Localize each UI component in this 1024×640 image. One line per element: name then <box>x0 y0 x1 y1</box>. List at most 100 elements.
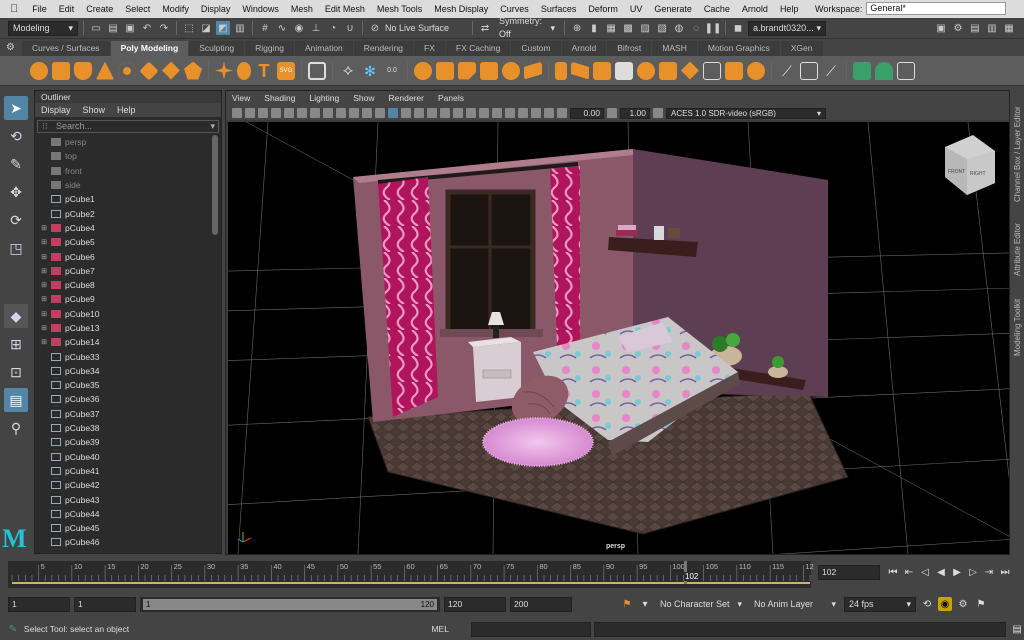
outliner-layout-icon[interactable]: ▤ <box>4 388 28 412</box>
live-surface-icon[interactable]: ⊘ <box>368 21 382 35</box>
pause-icon[interactable]: ❚❚ <box>705 21 722 35</box>
character-controls-toggle-icon[interactable]: ⚙ <box>951 21 965 35</box>
shelf-tab-custom[interactable]: Custom <box>511 41 561 56</box>
playback-settings-icon[interactable]: ⚙ <box>956 597 970 611</box>
merge-icon[interactable] <box>747 61 765 80</box>
outliner-item[interactable]: pCube38 <box>37 421 211 435</box>
anim-layer-dropdown[interactable]: No Anim Layer ▾ <box>750 597 840 612</box>
viewport-menu-panels[interactable]: Panels <box>438 91 464 106</box>
expand-icon[interactable]: ⊞ <box>37 324 51 332</box>
outliner-item[interactable]: ⊞ pCube10 <box>37 307 211 321</box>
select-hierarchy-icon[interactable]: ⬚ <box>182 21 196 35</box>
chevron-down-icon[interactable]: ▾ <box>638 597 652 611</box>
expand-icon[interactable]: ⊞ <box>37 253 51 261</box>
outliner-item[interactable]: persp <box>37 135 211 149</box>
exposure-icon[interactable] <box>557 108 567 118</box>
connect-icon[interactable] <box>637 61 655 80</box>
viewcube-right-label[interactable]: RIGHT <box>970 171 986 177</box>
anim-start-field[interactable]: 1 <box>8 596 70 612</box>
single-perspective-layout-icon[interactable]: ◆ <box>4 304 28 328</box>
anim-prefs-icon[interactable]: ⚑ <box>974 597 988 611</box>
redo-icon[interactable]: ↷ <box>157 21 171 35</box>
playback-start-field[interactable]: 1 <box>74 596 136 612</box>
outliner-item[interactable]: ⊞ pCube9 <box>37 292 211 306</box>
snap-surface-icon[interactable]: ◔ <box>326 21 340 35</box>
field-chart-icon[interactable] <box>336 108 346 118</box>
snap-point-icon[interactable]: ◉ <box>292 21 306 35</box>
xray-icon[interactable] <box>531 108 541 118</box>
shelf-tab-mash[interactable]: MASH <box>652 41 697 56</box>
modeling-toolkit-toggle-icon[interactable]: ▣ <box>934 21 948 35</box>
shelf-tab-xgen[interactable]: XGen <box>780 41 823 56</box>
anim-end-field[interactable]: 200 <box>510 596 572 612</box>
viewport-menu-view[interactable]: View <box>232 91 250 106</box>
apple-icon[interactable]:  <box>0 3 26 15</box>
super-shape-icon[interactable] <box>215 61 233 80</box>
menu-mesh-display[interactable]: Mesh Display <box>428 4 494 14</box>
search-input[interactable]: Search... <box>56 121 92 131</box>
outliner-item[interactable]: pCube36 <box>37 392 211 406</box>
render-frame-icon[interactable]: ▩ <box>621 21 635 35</box>
poly-cube-icon[interactable] <box>52 61 70 80</box>
type-tool-icon[interactable]: T <box>255 62 273 80</box>
range-track[interactable]: 1 120 <box>140 596 440 612</box>
menu-arnold[interactable]: Arnold <box>736 4 774 14</box>
image-plane-icon[interactable] <box>271 108 281 118</box>
play-backwards-icon[interactable]: ◀ <box>934 565 948 579</box>
outliner-item[interactable]: ⊞ pCube6 <box>37 249 211 263</box>
hypershade-icon[interactable]: ◍ <box>672 21 686 35</box>
shelf-tab-rendering[interactable]: Rendering <box>353 41 414 56</box>
exposure-field[interactable]: 0.00 <box>570 107 604 119</box>
poly-sphere-icon[interactable] <box>30 61 48 80</box>
viewport-menu-lighting[interactable]: Lighting <box>309 91 339 106</box>
outliner-item[interactable]: pCube43 <box>37 492 211 506</box>
workspace-dropdown[interactable]: General* <box>866 2 1007 15</box>
outliner-item[interactable]: side <box>37 178 211 192</box>
cylindrical-map-icon[interactable]: ⟋ <box>822 62 840 80</box>
outliner-item[interactable]: pCube37 <box>37 407 211 421</box>
outliner-item[interactable]: pCube45 <box>37 521 211 535</box>
key-icon[interactable]: ⚑ <box>620 597 634 611</box>
outliner-menu-display[interactable]: Display <box>41 103 71 117</box>
tool-settings-toggle-icon[interactable]: ▥ <box>985 21 999 35</box>
expand-icon[interactable]: ⊞ <box>37 238 51 246</box>
input-ops-icon[interactable]: ⊕ <box>570 21 584 35</box>
select-tool-icon[interactable]: ➤ <box>4 96 28 120</box>
expand-icon[interactable]: ⊞ <box>37 310 51 318</box>
menu-file[interactable]: File <box>26 4 53 14</box>
outliner-item[interactable]: pCube42 <box>37 478 211 492</box>
outliner-item[interactable]: pCube44 <box>37 507 211 521</box>
outliner-item[interactable]: pCube34 <box>37 364 211 378</box>
outliner-search[interactable]: ⁝⁝ Search... ▾ <box>37 120 219 133</box>
outliner-scrollbar[interactable] <box>212 135 218 235</box>
menu-curves[interactable]: Curves <box>494 4 535 14</box>
snap-grid-icon[interactable]: # <box>258 21 272 35</box>
symmetry-icon[interactable]: ⇄ <box>478 21 492 35</box>
attribute-editor-toggle-icon[interactable]: ▤ <box>968 21 982 35</box>
shelf-options-icon[interactable]: ⚙ <box>6 42 15 53</box>
outliner-item[interactable]: pCube40 <box>37 450 211 464</box>
menu-mesh[interactable]: Mesh <box>285 4 319 14</box>
motion-blur-icon[interactable] <box>479 108 489 118</box>
go-to-end-icon[interactable]: ⏭ <box>998 565 1012 579</box>
smooth-mesh-icon[interactable] <box>458 61 476 80</box>
select-camera-icon[interactable] <box>232 108 242 118</box>
menu-uv[interactable]: UV <box>624 4 649 14</box>
outliner-item[interactable]: pCube46 <box>37 535 211 549</box>
snapshot-icon[interactable] <box>897 61 915 80</box>
outliner-menu-help[interactable]: Help <box>117 103 136 117</box>
use-default-material-icon[interactable] <box>401 108 411 118</box>
channel-box-toggle-icon[interactable]: ▦ <box>1002 21 1016 35</box>
menu-modify[interactable]: Modify <box>156 4 195 14</box>
viewport-menu-show[interactable]: Show <box>353 91 374 106</box>
bookmarks-icon[interactable] <box>258 108 268 118</box>
append-polygon-icon[interactable] <box>571 61 589 80</box>
expand-icon[interactable]: ⊞ <box>37 281 51 289</box>
uv-editor-icon[interactable]: ⟋ <box>778 62 796 80</box>
loop-icon[interactable]: ⟲ <box>920 597 934 611</box>
menu-deform[interactable]: Deform <box>582 4 624 14</box>
poly-disc-icon[interactable] <box>162 61 180 80</box>
grid-icon[interactable] <box>284 108 294 118</box>
expand-icon[interactable]: ⊞ <box>37 267 51 275</box>
separate-icon[interactable] <box>436 61 454 80</box>
